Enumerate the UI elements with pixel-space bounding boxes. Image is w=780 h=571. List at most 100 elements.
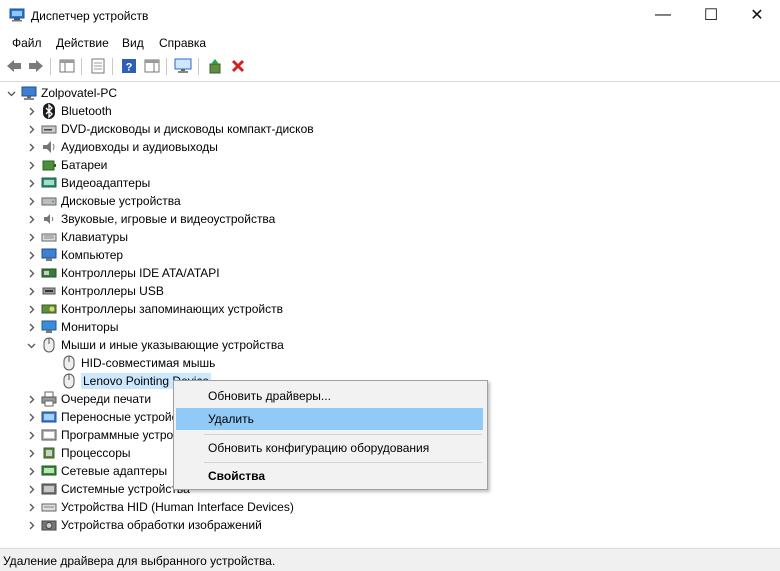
portable-device-icon [41, 409, 57, 425]
chevron-right-icon[interactable] [25, 210, 37, 228]
tree-category-item[interactable]: Мыши и иные указывающие устройства [25, 336, 284, 354]
chevron-right-icon[interactable] [25, 480, 37, 498]
update-driver-button[interactable] [206, 57, 224, 75]
tree-item-label: Сетевые адаптеры [61, 464, 168, 478]
tree-category-item[interactable]: Контроллеры запоминающих устройств [25, 300, 283, 318]
chevron-right-icon[interactable] [25, 138, 37, 156]
status-bar: Удаление драйвера для выбранного устройс… [0, 548, 780, 571]
tree-category-item[interactable]: Системные устройства [25, 480, 190, 498]
maximize-icon: ☐ [703, 7, 719, 24]
computer-icon [21, 85, 37, 101]
minimize-button[interactable]: — [640, 0, 686, 30]
tree-category-item[interactable]: Процессоры [25, 444, 131, 462]
forward-button[interactable] [27, 57, 45, 75]
status-text: Удаление драйвера для выбранного устройс… [3, 554, 276, 568]
chevron-right-icon[interactable] [25, 102, 37, 120]
tree-category-item[interactable]: Клавиатуры [25, 228, 128, 246]
tree-category-item[interactable]: Мониторы [25, 318, 118, 336]
chevron-right-icon[interactable] [25, 246, 37, 264]
tree-category-item[interactable]: Аудиовходы и аудиовыходы [25, 138, 218, 156]
tree-item-label: Звуковые, игровые и видеоустройства [61, 212, 276, 226]
console-tree-icon [59, 59, 75, 73]
chevron-down-icon[interactable] [5, 84, 17, 102]
maximize-button[interactable]: ☐ [688, 0, 734, 30]
tree-category-item[interactable]: Компьютер [25, 246, 123, 264]
usb-icon [41, 283, 57, 299]
help-icon: ? [122, 59, 136, 74]
tree-category-item[interactable]: Звуковые, игровые и видеоустройства [25, 210, 275, 228]
chevron-right-icon[interactable] [25, 192, 37, 210]
tree-category-item[interactable]: Видеоадаптеры [25, 174, 150, 192]
tree-item-label: Очереди печати [61, 392, 152, 406]
tree-root[interactable]: Zolpovatel-PC [5, 84, 117, 102]
close-icon: ✕ [750, 7, 764, 24]
tree-category-item[interactable]: Батареи [25, 156, 107, 174]
menu-action[interactable]: Действие [56, 36, 109, 50]
action-pane-icon [144, 59, 160, 73]
tree-item-label: Устройства обработки изображений [61, 518, 262, 532]
chevron-right-icon[interactable] [25, 498, 37, 516]
scan-hardware-menu-item[interactable]: Обновить конфигурацию оборудования [176, 437, 483, 459]
mouse-icon [41, 337, 57, 353]
chevron-right-icon[interactable] [25, 462, 37, 480]
chevron-right-icon[interactable] [25, 516, 37, 534]
scan-hardware-button[interactable] [174, 57, 192, 75]
tree-category-item[interactable]: DVD-дисководы и дисководы компакт-дисков [25, 120, 314, 138]
chevron-right-icon[interactable] [25, 300, 37, 318]
update-drivers-menu-item[interactable]: Обновить драйверы... [176, 385, 483, 407]
chevron-right-icon[interactable] [25, 282, 37, 300]
menu-bar: Файл Действие Вид Справка [0, 32, 780, 53]
tree-item-label: Батареи [61, 158, 108, 172]
tree-item-label: Аудиовходы и аудиовыходы [61, 140, 218, 154]
tree-category-item[interactable]: Дисковые устройства [25, 192, 181, 210]
window-title: Диспетчер устройств [31, 9, 149, 23]
chevron-right-icon[interactable] [25, 444, 37, 462]
speaker-icon [41, 139, 57, 155]
menu-file[interactable]: Файл [12, 36, 42, 50]
sound-icon [41, 211, 57, 227]
toolbar-separator [81, 58, 82, 75]
tree-category-item[interactable]: Устройства HID (Human Interface Devices) [25, 498, 294, 516]
properties-toolbar-button[interactable] [89, 57, 107, 75]
chevron-right-icon[interactable] [25, 408, 37, 426]
chevron-right-icon[interactable] [25, 426, 37, 444]
menu-help[interactable]: Справка [159, 36, 206, 50]
svg-text:?: ? [126, 62, 133, 74]
show-hide-tree-button[interactable] [58, 57, 76, 75]
tree-category-item[interactable]: Контроллеры IDE ATA/ATAPI [25, 264, 220, 282]
close-button[interactable]: ✕ [734, 0, 780, 30]
tree-device-item[interactable]: HID-совместимая мышь [45, 354, 215, 372]
toolbar-separator [198, 58, 199, 75]
forward-arrow-icon [29, 60, 43, 72]
minimize-icon: — [655, 6, 671, 23]
back-button[interactable] [5, 57, 23, 75]
tree-category-item[interactable]: Контроллеры USB [25, 282, 164, 300]
battery-icon [41, 157, 57, 173]
chevron-right-icon[interactable] [25, 120, 37, 138]
tree-category-item[interactable]: Сетевые адаптеры [25, 462, 167, 480]
delete-menu-item[interactable]: Удалить [176, 408, 483, 430]
chevron-down-icon[interactable] [25, 336, 37, 354]
tree-category-item[interactable]: Очереди печати [25, 390, 151, 408]
chevron-right-icon[interactable] [25, 174, 37, 192]
help-toolbar-button[interactable]: ? [120, 57, 138, 75]
tree-category-item[interactable]: Переносные устройства [25, 408, 196, 426]
tree-item-label: DVD-дисководы и дисководы компакт-дисков [61, 122, 314, 136]
uninstall-button[interactable] [229, 57, 247, 75]
action-pane-button[interactable] [143, 57, 161, 75]
chevron-right-icon[interactable] [25, 228, 37, 246]
chevron-right-icon[interactable] [25, 156, 37, 174]
menu-view[interactable]: Вид [122, 36, 144, 50]
tree-item-label: Мониторы [61, 320, 119, 334]
tree-item-label: Контроллеры USB [61, 284, 164, 298]
tree-item-label: Мыши и иные указывающие устройства [61, 338, 284, 352]
tree-category-item[interactable]: Устройства обработки изображений [25, 516, 262, 534]
network-adapter-icon [41, 463, 57, 479]
device-manager-icon [9, 8, 25, 22]
chevron-right-icon[interactable] [25, 264, 37, 282]
properties-menu-item[interactable]: Свойства [176, 465, 483, 487]
chevron-right-icon[interactable] [25, 390, 37, 408]
tree-category-item[interactable]: Bluetooth [25, 102, 112, 120]
chevron-right-icon[interactable] [25, 318, 37, 336]
context-menu: Обновить драйверы... Удалить Обновить ко… [173, 380, 488, 490]
